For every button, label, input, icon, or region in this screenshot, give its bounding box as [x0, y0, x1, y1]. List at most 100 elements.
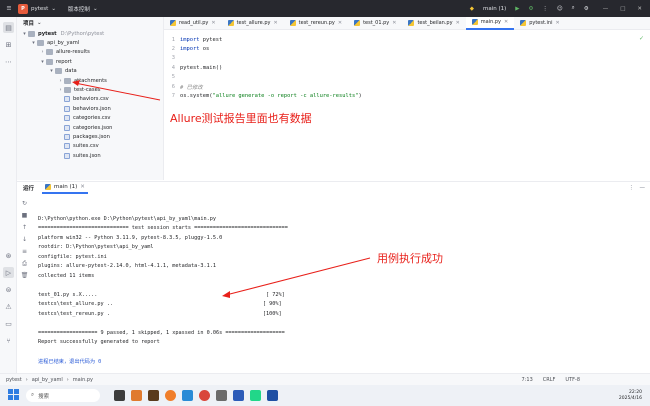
- more-icon[interactable]: ⋮: [542, 6, 548, 12]
- close-icon[interactable]: ✕: [338, 20, 342, 26]
- tree-item[interactable]: categories.json: [17, 123, 163, 132]
- chevron-down-icon[interactable]: ▾: [39, 59, 46, 65]
- editor-tab[interactable]: pytest.ini ✕: [514, 17, 565, 30]
- chevron-down-icon[interactable]: ▾: [30, 40, 37, 46]
- breadcrumb-item[interactable]: api_by_yaml: [32, 377, 63, 383]
- editor-tab[interactable]: test_beilan.py ✕: [402, 17, 465, 30]
- tree-item[interactable]: ▾ report: [17, 57, 163, 66]
- chevron-down-icon[interactable]: ▾: [21, 31, 28, 37]
- chevron-right-icon[interactable]: ›: [39, 49, 46, 55]
- app-icon[interactable]: [233, 390, 244, 401]
- problems-icon[interactable]: ⚠: [3, 301, 14, 312]
- code-token: ): [358, 93, 362, 100]
- tree-item[interactable]: suites.csv: [17, 142, 163, 151]
- editor-tab[interactable]: main.py ✕: [465, 16, 515, 30]
- debug-icon[interactable]: ⚙: [528, 6, 533, 12]
- tree-item[interactable]: › allure-results: [17, 48, 163, 57]
- tree-item[interactable]: ▾ pytest D:\Python\pytest: [17, 29, 163, 38]
- maximize-icon[interactable]: □: [620, 6, 625, 12]
- code-line[interactable]: 7 os.system("allure generate -o report -c…: [164, 91, 362, 100]
- git-icon[interactable]: ⑂: [3, 335, 14, 346]
- editor-tab-label: test_beilan.py: [417, 20, 453, 26]
- close-icon[interactable]: ✕: [211, 20, 215, 26]
- python-packages-icon[interactable]: ⊛: [3, 250, 14, 261]
- terminal-icon[interactable]: ▭: [3, 318, 14, 329]
- delete-icon[interactable]: 🗑: [20, 271, 29, 280]
- scroll-down-icon[interactable]: ↓: [20, 235, 29, 244]
- tree-item[interactable]: suites.json: [17, 151, 163, 160]
- chevron-right-icon[interactable]: ›: [57, 78, 64, 84]
- minimize-icon[interactable]: —: [603, 6, 609, 12]
- file-encoding[interactable]: UTF-8: [565, 377, 580, 383]
- code-line[interactable]: 4 pytest.main(): [164, 63, 222, 72]
- app-icon[interactable]: [148, 390, 159, 401]
- cursor-position[interactable]: 7:13: [522, 377, 533, 383]
- tree-item[interactable]: behaviors.csv: [17, 95, 163, 104]
- code-line[interactable]: 6 # 已修改: [164, 82, 203, 91]
- pycharm-icon[interactable]: [250, 390, 261, 401]
- print-icon[interactable]: ⎙: [20, 259, 29, 268]
- tree-item[interactable]: categories.csv: [17, 114, 163, 123]
- editor-tab[interactable]: test_rereun.py ✕: [284, 17, 348, 30]
- taskbar-search[interactable]: ⌕ 搜索: [26, 389, 100, 402]
- structure-tool-icon[interactable]: ⊞: [3, 39, 14, 50]
- profile-icon[interactable]: ☺: [557, 6, 563, 12]
- breadcrumb-item[interactable]: pytest: [6, 377, 22, 383]
- more-tools-icon[interactable]: ⋯: [3, 56, 14, 67]
- taskbar-search-label: 搜索: [38, 393, 50, 400]
- tree-item[interactable]: ▾ api_by_yaml: [17, 38, 163, 47]
- close-icon[interactable]: ✕: [637, 6, 642, 12]
- app-icon[interactable]: [131, 390, 142, 401]
- project-selector[interactable]: P pytest ⌄: [18, 3, 56, 14]
- stop-icon[interactable]: ■: [20, 211, 29, 220]
- system-clock[interactable]: 22:20 2025/4/16: [619, 390, 642, 402]
- tree-item[interactable]: ▾ data: [17, 67, 163, 76]
- search-icon[interactable]: ⌕: [572, 5, 575, 12]
- code-line[interactable]: 2 import os: [164, 44, 209, 53]
- editor-tab[interactable]: read_util.py ✕: [164, 17, 222, 30]
- tree-item-label: behaviors.json: [73, 105, 111, 112]
- chrome-icon[interactable]: [199, 390, 210, 401]
- close-icon[interactable]: ✕: [504, 19, 508, 25]
- scroll-up-icon[interactable]: ↑: [20, 223, 29, 232]
- app-icon[interactable]: [182, 390, 193, 401]
- task-view-icon[interactable]: [114, 390, 125, 401]
- chevron-down-icon[interactable]: ▾: [48, 68, 55, 74]
- code-line[interactable]: 5: [164, 73, 180, 82]
- main-menu-icon[interactable]: ☰: [0, 6, 18, 12]
- settings-icon[interactable]: ⚙: [584, 6, 589, 12]
- close-icon[interactable]: ✕: [392, 20, 396, 26]
- close-icon[interactable]: ✕: [456, 20, 460, 26]
- vcs-selector[interactable]: 版本控制 ⌄: [68, 5, 98, 13]
- line-separator[interactable]: CRLF: [543, 377, 556, 383]
- run-panel-header: 运行 main (1) ✕ ⋮ —: [17, 182, 650, 194]
- chevron-right-icon[interactable]: ›: [57, 87, 64, 93]
- close-icon[interactable]: ✕: [273, 20, 277, 26]
- rerun-icon[interactable]: ↻: [20, 199, 29, 208]
- code-line[interactable]: 1 import pytest: [164, 35, 222, 44]
- firefox-icon[interactable]: [165, 390, 176, 401]
- editor-tab[interactable]: test_allure.py ✕: [222, 17, 284, 30]
- run-tab[interactable]: main (1) ✕: [42, 182, 88, 194]
- run-tool-icon[interactable]: ▷: [3, 267, 14, 278]
- python-console-icon[interactable]: ⊜: [3, 284, 14, 295]
- tree-item[interactable]: behaviors.json: [17, 104, 163, 113]
- windows-start-icon[interactable]: [8, 389, 19, 400]
- app-icon[interactable]: [216, 390, 227, 401]
- project-tool-icon[interactable]: ▤: [3, 22, 14, 33]
- tree-item[interactable]: › attachments: [17, 76, 163, 85]
- close-icon[interactable]: ✕: [80, 184, 85, 190]
- minimize-panel-icon[interactable]: —: [640, 185, 646, 191]
- close-icon[interactable]: ✕: [555, 20, 559, 26]
- code-editor[interactable]: ✓ 1 import pytest 2 import os 3 4 pytest.main(…: [164, 31, 650, 181]
- code-line[interactable]: 3: [164, 54, 180, 63]
- more-icon[interactable]: ⋮: [629, 185, 635, 191]
- editor-tab[interactable]: test_01.py ✕: [348, 17, 402, 30]
- breadcrumb-item[interactable]: main.py: [73, 377, 93, 383]
- tree-item[interactable]: packages.json: [17, 132, 163, 141]
- tree-item[interactable]: › test-cases: [17, 85, 163, 94]
- run-icon[interactable]: ▶: [515, 6, 519, 12]
- app-icon[interactable]: [267, 390, 278, 401]
- run-config-selector[interactable]: main (1): [483, 6, 506, 12]
- soft-wrap-icon[interactable]: ≡: [20, 247, 29, 256]
